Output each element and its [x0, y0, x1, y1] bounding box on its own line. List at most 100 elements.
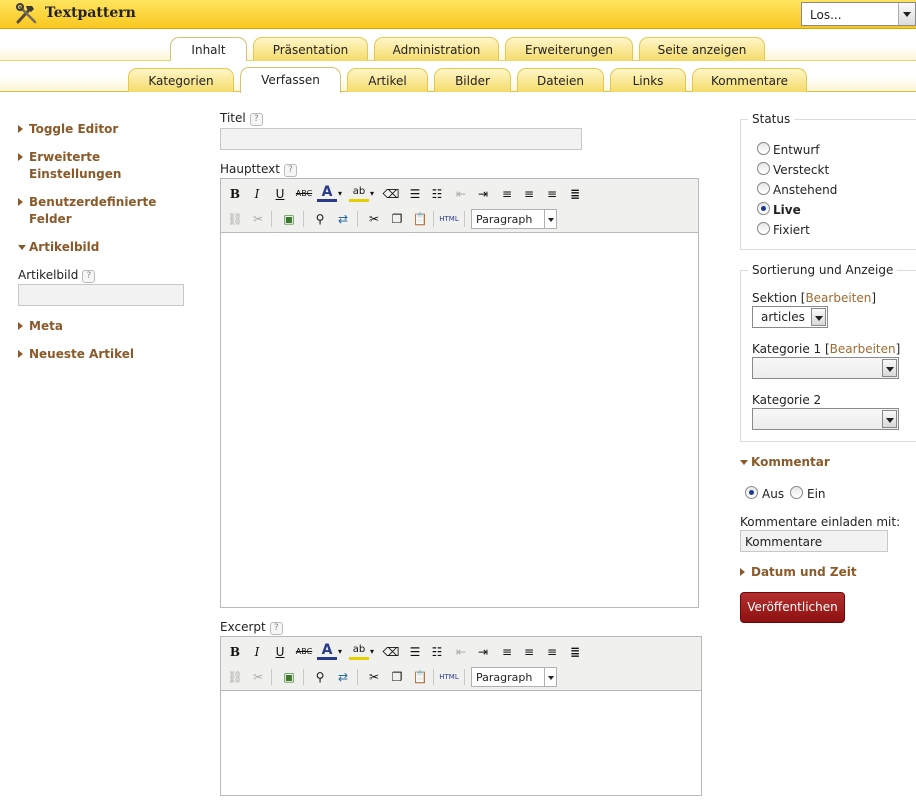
outdent-icon[interactable]: ⇤: [451, 642, 471, 662]
image-icon[interactable]: ▣: [279, 209, 299, 229]
eraser-icon[interactable]: ⌫: [381, 642, 401, 662]
help-icon[interactable]: ?: [284, 164, 297, 177]
tab-kommentare[interactable]: Kommentare: [692, 68, 807, 92]
align-left-icon[interactable]: ≡: [497, 642, 517, 662]
paste-icon[interactable]: 📋: [410, 209, 430, 229]
link-icon[interactable]: ⛓: [225, 667, 245, 687]
forecolor-dropdown-icon[interactable]: ▾: [335, 184, 345, 204]
tab-artikel[interactable]: Artikel: [347, 68, 428, 92]
numbered-list-icon[interactable]: ☰: [405, 184, 425, 204]
underline-button[interactable]: U: [270, 184, 290, 204]
forecolor-dropdown-icon[interactable]: ▾: [335, 642, 345, 662]
tab-erweiterungen[interactable]: Erweiterungen: [505, 37, 633, 61]
paste-icon[interactable]: 📋: [410, 667, 430, 687]
section-select[interactable]: articles: [752, 306, 828, 328]
recent-articles-toggle[interactable]: Neueste Artikel: [18, 346, 134, 363]
image-icon[interactable]: ▣: [279, 667, 299, 687]
forecolor-button[interactable]: A: [317, 184, 337, 202]
backcolor-dropdown-icon[interactable]: ▾: [367, 184, 377, 204]
tab-inhalt[interactable]: Inhalt: [170, 37, 247, 63]
category-edit-link[interactable]: Bearbeiten: [830, 342, 896, 356]
strikethrough-button[interactable]: ABC: [294, 184, 314, 204]
tab-administration[interactable]: Administration: [374, 37, 499, 61]
forecolor-button[interactable]: A: [317, 642, 337, 660]
copy-icon[interactable]: ❐: [387, 209, 407, 229]
advanced-options-toggle[interactable]: Erweiterte Einstellungen: [18, 149, 168, 183]
category2-select[interactable]: [752, 408, 899, 430]
meta-toggle[interactable]: Meta: [18, 318, 63, 335]
unlink-icon[interactable]: ✂: [248, 667, 268, 687]
outdent-icon[interactable]: ⇤: [451, 184, 471, 204]
italic-button[interactable]: I: [247, 184, 267, 204]
align-right-icon[interactable]: ≡: [542, 184, 562, 204]
cut-icon[interactable]: ✂: [364, 209, 384, 229]
toggle-editor-link[interactable]: Toggle Editor: [18, 121, 118, 138]
backcolor-button[interactable]: ab: [349, 642, 369, 660]
status-radio-versteckt[interactable]: [757, 162, 770, 175]
invite-input[interactable]: Kommentare: [740, 530, 888, 552]
unlink-icon[interactable]: ✂: [248, 209, 268, 229]
strikethrough-button[interactable]: ABC: [294, 642, 314, 662]
replace-icon[interactable]: ⇄: [333, 667, 353, 687]
find-icon[interactable]: ⚲: [310, 667, 330, 687]
bullet-list-icon[interactable]: ☷: [427, 184, 447, 204]
logout-select[interactable]: Los...: [801, 2, 916, 26]
status-radio-entwurf[interactable]: [757, 142, 770, 155]
link-icon[interactable]: ⛓: [225, 209, 245, 229]
status-radio-live[interactable]: [757, 202, 770, 215]
custom-fields-toggle[interactable]: Benutzerdefinierte Felder: [18, 194, 168, 228]
indent-icon[interactable]: ⇥: [473, 642, 493, 662]
numbered-list-icon[interactable]: ☰: [405, 642, 425, 662]
toolbar-separator: [357, 669, 358, 685]
article-image-input[interactable]: [18, 284, 184, 306]
align-center-icon[interactable]: ≡: [519, 642, 539, 662]
status-radio-fixiert[interactable]: [757, 222, 770, 235]
tab-praesentation[interactable]: Präsentation: [253, 37, 368, 61]
html-source-button[interactable]: HTML: [439, 209, 459, 229]
publish-button[interactable]: Veröffentlichen: [740, 592, 845, 623]
section-edit-link[interactable]: Bearbeiten: [805, 291, 871, 305]
tab-kategorien[interactable]: Kategorien: [128, 68, 234, 92]
italic-button[interactable]: I: [247, 642, 267, 662]
help-icon[interactable]: ?: [249, 113, 263, 126]
backcolor-button[interactable]: ab: [349, 184, 369, 202]
section-label: Sektion: [752, 291, 797, 305]
help-icon[interactable]: ?: [269, 622, 283, 635]
datetime-toggle[interactable]: Datum und Zeit: [740, 564, 857, 581]
category1-select[interactable]: [752, 357, 899, 379]
align-justify-icon[interactable]: ≣: [565, 642, 585, 662]
bullet-list-icon[interactable]: ☷: [427, 642, 447, 662]
tab-bilder[interactable]: Bilder: [434, 68, 511, 92]
replace-icon[interactable]: ⇄: [333, 209, 353, 229]
paragraph-format-select[interactable]: Paragraph: [471, 209, 557, 229]
align-center-icon[interactable]: ≡: [519, 184, 539, 204]
bold-button[interactable]: B: [225, 184, 245, 204]
tab-seite-anzeigen[interactable]: Seite anzeigen: [639, 37, 765, 61]
tab-dateien[interactable]: Dateien: [517, 68, 604, 92]
title-input[interactable]: [220, 128, 582, 150]
indent-icon[interactable]: ⇥: [473, 184, 493, 204]
comments-radio-on[interactable]: [790, 486, 803, 499]
tab-links[interactable]: Links: [610, 68, 686, 92]
underline-button[interactable]: U: [270, 642, 290, 662]
find-icon[interactable]: ⚲: [310, 209, 330, 229]
paragraph-format-select[interactable]: Paragraph: [471, 667, 557, 687]
comments-toggle[interactable]: Kommentar: [740, 454, 830, 471]
bold-button[interactable]: B: [225, 642, 245, 662]
excerpt-label-row: Excerpt?: [220, 620, 283, 635]
backcolor-dropdown-icon[interactable]: ▾: [367, 642, 377, 662]
align-justify-icon[interactable]: ≣: [565, 184, 585, 204]
eraser-icon[interactable]: ⌫: [381, 184, 401, 204]
align-left-icon[interactable]: ≡: [497, 184, 517, 204]
html-source-button[interactable]: HTML: [439, 667, 459, 687]
align-right-icon[interactable]: ≡: [542, 642, 562, 662]
cut-icon[interactable]: ✂: [364, 667, 384, 687]
article-image-toggle[interactable]: Artikelbild: [18, 239, 99, 256]
toolbar-separator: [271, 669, 272, 685]
help-icon[interactable]: ?: [82, 270, 96, 283]
status-radio-anstehend[interactable]: [757, 182, 770, 195]
comments-radio-off[interactable]: [745, 486, 758, 499]
tab-verfassen[interactable]: Verfassen: [240, 67, 341, 93]
copy-icon[interactable]: ❐: [387, 667, 407, 687]
status-legend: Status: [748, 112, 795, 126]
